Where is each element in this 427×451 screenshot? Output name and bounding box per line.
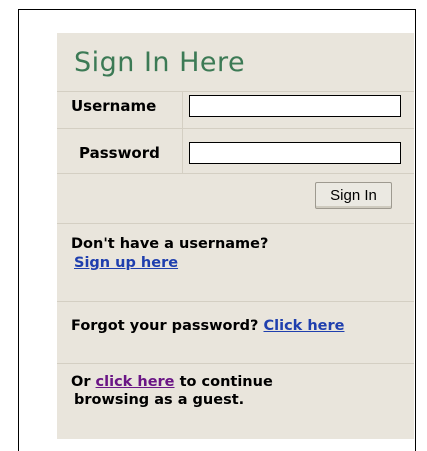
guest-link[interactable]: click here — [96, 374, 175, 390]
guest-line-2: browsing as a guest. — [74, 392, 245, 408]
signup-link[interactable]: Sign up here — [74, 255, 178, 272]
username-field[interactable] — [189, 95, 401, 117]
divider — [57, 223, 414, 224]
divider — [57, 91, 414, 92]
guest-line-1: Or click here to continue — [71, 374, 273, 391]
forgot-password-prompt: Forgot your password? — [71, 318, 259, 334]
sign-in-panel: Sign In Here Username Password Sign In D… — [57, 33, 414, 439]
sign-in-button[interactable]: Sign In — [315, 182, 392, 209]
guest-suffix: to continue — [179, 374, 273, 390]
divider — [57, 363, 414, 364]
forgot-password-link[interactable]: Click here — [263, 318, 344, 334]
password-label: Password — [79, 144, 160, 162]
divider — [57, 128, 414, 129]
forgot-password-row: Forgot your password? Click here — [71, 318, 345, 335]
guest-prefix: Or — [71, 374, 91, 390]
username-label: Username — [71, 97, 157, 115]
page-title: Sign In Here — [74, 47, 246, 78]
divider — [57, 173, 414, 174]
signup-prompt: Don't have a username? — [71, 236, 269, 252]
column-divider — [182, 91, 183, 173]
password-field[interactable] — [189, 142, 401, 164]
divider — [57, 301, 414, 302]
